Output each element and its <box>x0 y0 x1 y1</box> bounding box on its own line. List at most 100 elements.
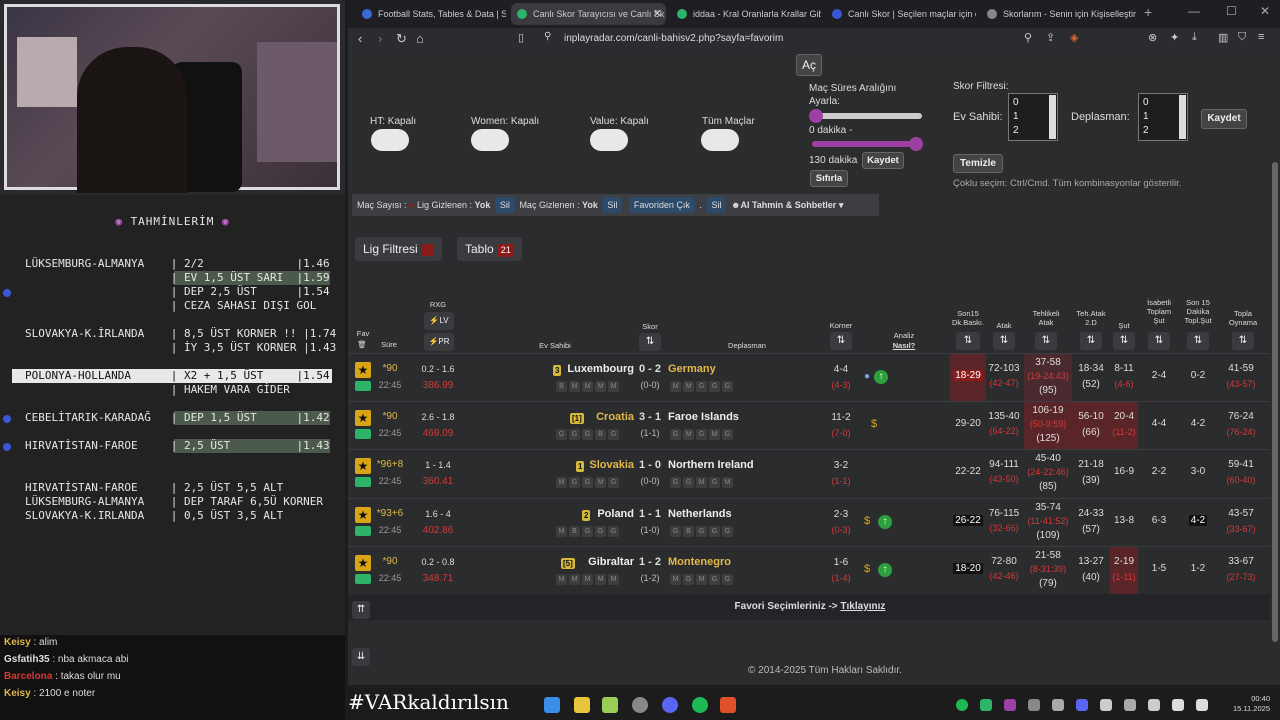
scroll-top-button[interactable]: ⇈ <box>352 601 370 619</box>
site-info-icon[interactable]: ⚲ <box>544 31 551 42</box>
value-toggle[interactable] <box>590 129 628 151</box>
live-tv-icon[interactable] <box>355 429 371 439</box>
min-slider[interactable] <box>812 113 922 119</box>
table-button[interactable]: Tablo 21 <box>457 237 522 261</box>
sort-danger-button[interactable]: ⇅ <box>1035 332 1057 350</box>
favorite-star-icon[interactable]: ★ <box>355 555 371 571</box>
score-save-button[interactable]: Kaydet <box>1201 109 1247 129</box>
live-tv-icon[interactable] <box>355 477 371 487</box>
tray-spotify-icon[interactable] <box>956 699 968 711</box>
away-team-name[interactable]: Northern Ireland <box>668 459 754 471</box>
close-icon[interactable]: ✕ <box>653 3 662 25</box>
home-team-name[interactable]: Croatia <box>518 411 634 423</box>
menu-icon[interactable]: ≡ <box>1258 31 1264 43</box>
tab-canli-skor[interactable]: Canlı Skor | Seçilen maçlar için canl <box>826 3 976 25</box>
maximize-icon[interactable]: ☐ <box>1226 4 1237 18</box>
score-option[interactable]: 1 <box>1143 110 1183 124</box>
address-bar[interactable]: inplayradar.com/canli-bahisv2.php?sayfa=… <box>564 33 783 44</box>
zoom-icon[interactable]: ⚲ <box>1024 31 1032 44</box>
system-clock[interactable]: 00:40 15.11.2025 <box>1233 694 1270 714</box>
tray-app-icon[interactable] <box>1148 699 1160 711</box>
spotify-icon[interactable] <box>692 697 708 713</box>
max-slider[interactable] <box>812 141 922 147</box>
scroll-bottom-button[interactable]: ⇊ <box>352 648 370 666</box>
new-tab-icon[interactable]: + <box>1144 4 1152 20</box>
ai-menu[interactable]: ☻AI Tahmin & Sohbetler ▾ <box>731 200 843 210</box>
sort-possession-button[interactable]: ⇅ <box>1232 332 1254 350</box>
brave-shield-icon[interactable]: ◈ <box>1070 31 1078 44</box>
women-toggle[interactable] <box>471 129 509 151</box>
open-button[interactable]: Aç <box>796 54 822 76</box>
vpn-icon[interactable]: ⛉ <box>1238 31 1246 44</box>
away-team-name[interactable]: Germany <box>668 363 716 375</box>
tray-app-icon[interactable] <box>1100 699 1112 711</box>
sort-corner-button[interactable]: ⇅ <box>830 332 852 350</box>
away-score-select[interactable]: 0 1 2 <box>1138 93 1188 141</box>
notepad-icon[interactable] <box>602 697 618 713</box>
sort-attack-button[interactable]: ⇅ <box>993 332 1015 350</box>
clear-button[interactable]: Temizle <box>953 154 1003 173</box>
live-tv-icon[interactable] <box>355 526 371 536</box>
remove-favorite-button[interactable]: Favoriden Çık <box>628 197 695 213</box>
favorite-link[interactable]: Tıklayınız <box>840 601 885 612</box>
home-score-select[interactable]: 0 1 2 <box>1008 93 1058 141</box>
tray-app-icon[interactable] <box>1124 699 1136 711</box>
file-explorer-icon[interactable] <box>574 697 590 713</box>
share-icon[interactable]: ⇪ <box>1046 31 1055 44</box>
away-team-name[interactable]: Montenegro <box>668 556 731 568</box>
score-option[interactable]: 1 <box>1013 110 1053 124</box>
sort-ontarget-button[interactable]: ⇅ <box>1148 332 1170 350</box>
tab-inplayradar[interactable]: Canlı Skor Tarayıcısı ve Canlı Sk ✕ <box>511 3 666 25</box>
listbox-scrollbar[interactable] <box>1179 95 1186 139</box>
away-team-name[interactable]: Faroe Islands <box>668 411 739 423</box>
favorite-star-icon[interactable]: ★ <box>355 362 371 378</box>
ht-toggle[interactable] <box>371 129 409 151</box>
reset-button[interactable]: Sıfırla <box>810 170 848 187</box>
reload-icon[interactable]: ↻ <box>396 31 407 47</box>
score-option[interactable]: 2 <box>1013 124 1053 138</box>
lv-button[interactable]: ⚡LV <box>424 312 454 330</box>
all-matches-toggle[interactable] <box>701 129 739 151</box>
home-team-name[interactable]: Slovakia <box>518 459 634 471</box>
tray-discord-icon[interactable] <box>1076 699 1088 711</box>
time-save-button[interactable]: Kaydet <box>862 152 904 169</box>
score-option[interactable]: 0 <box>1013 96 1053 110</box>
puzzle-icon[interactable]: ✦ <box>1170 31 1179 44</box>
delete-button[interactable]: Sil <box>706 197 727 213</box>
pr-button[interactable]: ⚡PR <box>424 333 454 351</box>
min-slider-knob[interactable] <box>809 109 823 123</box>
sort-score-button[interactable]: ⇅ <box>639 333 661 351</box>
max-slider-knob[interactable] <box>909 137 923 151</box>
listbox-scrollbar[interactable] <box>1049 95 1056 139</box>
league-filter-button[interactable]: Lig Filtresi <box>355 237 442 261</box>
score-option[interactable]: 0 <box>1143 96 1183 110</box>
discord-icon[interactable] <box>662 697 678 713</box>
window-close-icon[interactable]: ✕ <box>1260 4 1270 18</box>
bookmark-icon[interactable]: ▯ <box>518 31 524 44</box>
scrollbar-thumb[interactable] <box>1272 162 1278 642</box>
page-scrollbar[interactable] <box>1270 52 1280 685</box>
network-icon[interactable] <box>1196 699 1208 711</box>
brave-icon[interactable] <box>720 697 736 713</box>
live-tv-icon[interactable] <box>355 381 371 391</box>
tray-app-icon[interactable] <box>1052 699 1064 711</box>
tray-app-icon[interactable] <box>1028 699 1040 711</box>
tab-iddaa[interactable]: iddaa - Kral Oranlarla Krallar Gibi K <box>671 3 821 25</box>
start-icon[interactable] <box>544 697 560 713</box>
tab-skorlarim[interactable]: Skorlarım - Senin için Kişiselleştirilm <box>981 3 1136 25</box>
sort-last15-button[interactable]: ⇅ <box>1187 332 1209 350</box>
favorite-star-icon[interactable]: ★ <box>355 458 371 474</box>
minimize-icon[interactable]: — <box>1188 4 1200 18</box>
volume-icon[interactable] <box>1172 699 1184 711</box>
sort-son15-button[interactable]: ⇅ <box>956 332 980 350</box>
back-icon[interactable]: ‹ <box>358 31 362 46</box>
sort-shot-button[interactable]: ⇅ <box>1113 332 1135 350</box>
delete-match-hidden-button[interactable]: Sil <box>602 197 623 213</box>
score-option[interactable]: 2 <box>1143 124 1183 138</box>
forward-icon[interactable]: › <box>378 31 382 46</box>
how-link[interactable]: Nasıl? <box>884 341 924 350</box>
favorite-star-icon[interactable]: ★ <box>355 507 371 523</box>
tray-app-icon[interactable] <box>980 699 992 711</box>
favorite-star-icon[interactable]: ★ <box>355 410 371 426</box>
extension-icon[interactable]: ⊗ <box>1148 31 1157 44</box>
